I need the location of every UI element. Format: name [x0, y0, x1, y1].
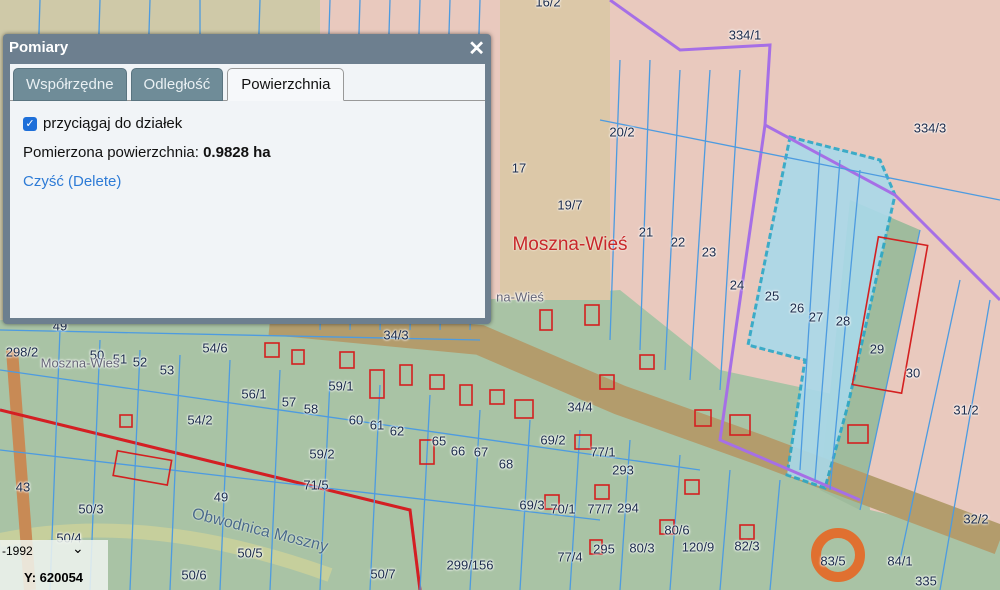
parcel-label: 21: [638, 224, 654, 240]
parcel-label: 22: [670, 234, 686, 250]
parcel-label: 299/156: [446, 557, 494, 573]
clear-link[interactable]: Czyść (Delete): [23, 173, 121, 190]
parcel-label: 69/3: [519, 497, 545, 513]
parcel-label: 66: [450, 443, 466, 459]
parcel-label: 52: [132, 354, 148, 370]
parcel-label: 17: [511, 160, 527, 176]
parcel-label: 62: [389, 423, 405, 439]
dialog-title: Pomiary: [9, 39, 69, 56]
parcel-label: 70/1: [550, 501, 576, 517]
parcel-label: 59/1: [328, 378, 354, 394]
parcel-label: 23: [701, 244, 717, 260]
y-coordinate: Y: 620054: [24, 570, 84, 585]
parcel-label: 54/2: [187, 412, 213, 428]
parcel-label: 50/3: [78, 501, 104, 517]
parcel-label: 57: [281, 394, 297, 410]
parcel-label: 295: [593, 541, 615, 557]
snap-checkbox[interactable]: ✓: [23, 116, 37, 131]
parcel-label: 65: [431, 433, 447, 449]
parcel-label: 49: [213, 489, 229, 505]
parcel-label: 298/2: [5, 344, 39, 360]
parcel-label: 26: [789, 300, 805, 316]
crs-select[interactable]: -1992: [2, 544, 33, 558]
area-label: Pomierzona powierzchnia:: [23, 144, 199, 161]
parcel-label: 16/2: [535, 0, 561, 10]
parcel-label: 54/6: [202, 340, 228, 356]
town-label-small: Moszna-Wieś: [40, 355, 120, 371]
parcel-label: 60: [348, 412, 364, 428]
parcel-label: 59/2: [309, 446, 335, 462]
town-label: Moszna-Wieś: [512, 234, 628, 255]
parcel-label: 68: [498, 456, 514, 472]
parcel-label: 20/2: [609, 124, 635, 140]
parcel-label: 80/3: [629, 540, 655, 556]
parcel-label: 50/6: [181, 567, 207, 583]
parcel-label: 53: [159, 362, 175, 378]
parcel-label: 84/1: [887, 553, 913, 569]
parcel-label: 69/2: [540, 432, 566, 448]
parcel-label: 34/4: [567, 399, 593, 415]
parcel-label: 43: [15, 479, 31, 495]
parcel-label: 77/1: [590, 444, 616, 460]
parcel-label: 67: [473, 444, 489, 460]
parcel-label: 71/5: [303, 477, 329, 493]
tab-distance[interactable]: Odległość: [130, 68, 224, 101]
parcel-label: 294: [617, 500, 639, 516]
parcel-label: 32/2: [963, 511, 989, 527]
parcel-label: 25: [764, 288, 780, 304]
close-icon[interactable]: ✕: [468, 36, 485, 61]
parcel-label: 334/3: [913, 120, 947, 136]
parcel-label: 80/6: [664, 522, 690, 538]
parcel-label: 77/7: [587, 501, 613, 517]
parcel-label: 19/7: [557, 197, 583, 213]
parcel-label: 58: [303, 401, 319, 417]
parcel-label: 34/3: [383, 327, 409, 343]
parcel-label: 334/1: [728, 27, 762, 43]
parcel-label: 30: [905, 365, 921, 381]
parcel-label: 24: [729, 277, 745, 293]
area-value: 0.9828 ha: [203, 144, 271, 161]
parcel-label: 28: [835, 313, 851, 329]
parcel-label: 27: [808, 309, 824, 325]
measurement-dialog: Pomiary ✕ Współrzędne Odległość Powierzc…: [3, 34, 491, 324]
parcel-label: 120/9: [681, 539, 715, 555]
parcel-label: 83/5: [820, 553, 846, 569]
snap-label[interactable]: przyciągaj do działek: [43, 115, 182, 132]
town-label-small-2: na-Wieś: [496, 289, 544, 305]
parcel-label: 61: [369, 417, 385, 433]
parcel-label: 293: [612, 462, 634, 478]
parcel-label: 335: [915, 573, 937, 589]
chevron-down-icon[interactable]: ⌄: [72, 540, 84, 557]
tab-area[interactable]: Powierzchnia: [227, 68, 345, 101]
parcel-label: 50/7: [370, 566, 396, 582]
dialog-body: Współrzędne Odległość Powierzchnia ✓ przy…: [10, 64, 485, 318]
coordinate-panel: -1992 ⌄ Y: 620054: [0, 540, 108, 590]
parcel-label: 50/5: [237, 545, 263, 561]
parcel-label: 77/4: [557, 549, 583, 565]
parcel-label: 29: [869, 341, 885, 357]
tab-coordinates[interactable]: Współrzędne: [13, 68, 127, 101]
parcel-label: 31/2: [953, 402, 979, 418]
parcel-label: 82/3: [734, 538, 760, 554]
parcel-label: 56/1: [241, 386, 267, 402]
